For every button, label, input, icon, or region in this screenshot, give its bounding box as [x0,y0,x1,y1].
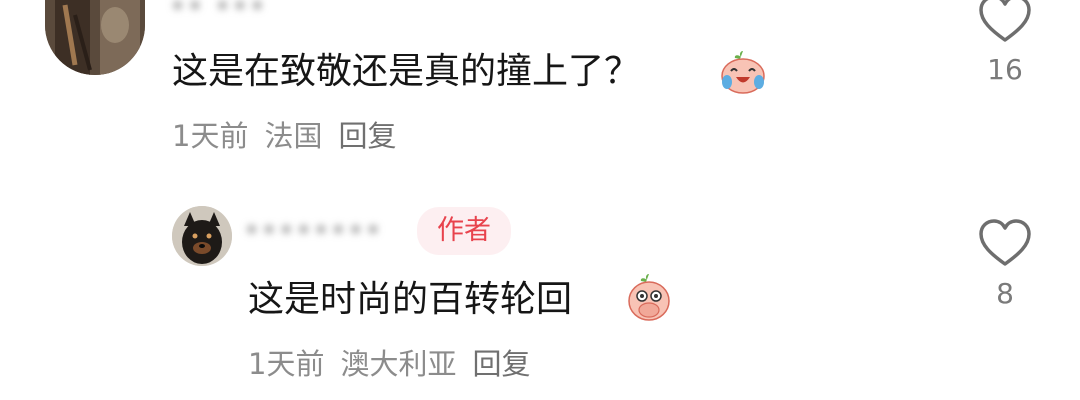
reply-button[interactable]: 回复 [338,119,396,153]
like-button[interactable]: 16 [970,0,1040,86]
reply-button[interactable]: 回复 [472,347,530,381]
avatar-photo [172,206,232,266]
comment-location: 法国 [264,119,323,153]
comment-time: 1天前 [248,347,325,381]
avatar[interactable] [172,206,232,266]
heart-outline-icon [979,0,1031,42]
username-blurred[interactable]: •••••••• [244,216,383,246]
username-blurred[interactable]: •• ••• [170,0,267,22]
author-badge: 作者 [417,207,511,255]
comment-text: 这是在致敬还是真的撞上了？ [172,50,640,94]
comment-text-content: 这是时尚的百转轮回 [248,279,573,320]
like-count: 8 [996,277,1014,310]
like-count: 16 [987,53,1023,86]
comment-text: 这是时尚的百转轮回 [248,278,572,322]
comment-meta: 1天前 法国 回复 [172,118,396,154]
heart-outline-icon [979,219,1031,266]
comment-text-content: 这是在致敬还是真的撞上了？ [172,51,641,92]
comment-meta: 1天前 澳大利亚 回复 [248,346,530,382]
avatar[interactable] [45,0,145,75]
crying-laughing-peach-emoji [720,50,766,94]
like-button[interactable]: 8 [970,218,1040,310]
avatar-photo [45,0,145,75]
covering-mouth-peach-emoji [626,272,672,322]
comment-location: 澳大利亚 [340,347,457,381]
comment-time: 1天前 [172,119,249,153]
